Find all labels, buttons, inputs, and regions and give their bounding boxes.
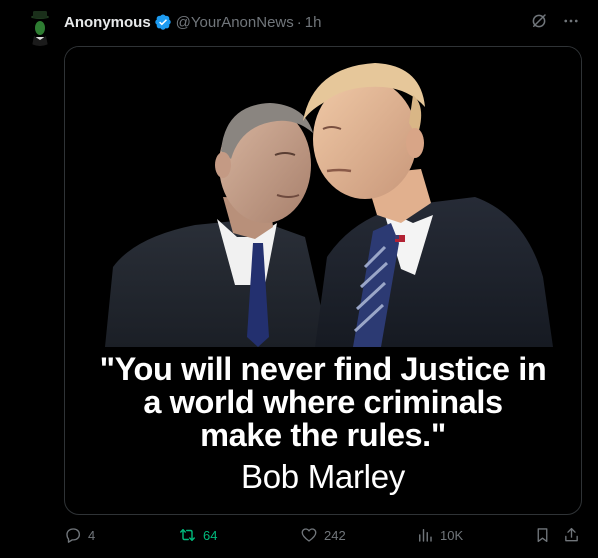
- tweet: Anonymous @YourAnonNews · 1h "You will n…: [0, 0, 598, 558]
- share-button[interactable]: [563, 526, 580, 544]
- anonymous-mask-icon: [22, 10, 58, 46]
- more-icon[interactable]: [562, 12, 580, 30]
- views-icon: [419, 529, 432, 542]
- post-header-actions: [530, 12, 580, 30]
- bookmark-icon: [537, 528, 548, 543]
- reply-count: 4: [88, 527, 96, 543]
- post-image[interactable]: "You will never find Justice in a world …: [64, 46, 582, 515]
- post-header: Anonymous @YourAnonNews · 1h: [64, 12, 321, 32]
- author-handle[interactable]: @YourAnonNews: [176, 14, 294, 31]
- action-bar: 4 64 242 10K: [64, 526, 582, 546]
- share-icon: [565, 527, 578, 542]
- quote-line: make the rules.": [200, 417, 446, 453]
- photo-two-men: [65, 47, 581, 347]
- quote-attribution: Bob Marley: [241, 458, 405, 495]
- reply-button[interactable]: 4: [64, 526, 95, 544]
- views-count: 10K: [440, 527, 464, 543]
- quote-line: "You will never find Justice in: [99, 351, 547, 387]
- bookmark-button[interactable]: [534, 526, 551, 544]
- like-button[interactable]: 242: [300, 526, 346, 544]
- author-display-name[interactable]: Anonymous: [64, 14, 151, 31]
- verified-badge-icon: [154, 13, 172, 31]
- separator-dot: ·: [296, 13, 302, 31]
- avatar[interactable]: [22, 10, 58, 46]
- image-quote: "You will never find Justice in a world …: [65, 353, 581, 452]
- repost-count: 64: [203, 527, 218, 543]
- like-count: 242: [324, 527, 346, 543]
- views-button[interactable]: 10K: [416, 526, 463, 544]
- repost-button[interactable]: 64: [178, 526, 217, 544]
- reply-icon: [66, 528, 81, 543]
- quote-line: a world where criminals: [143, 384, 503, 420]
- heart-icon: [301, 528, 317, 542]
- post-time[interactable]: 1h: [305, 14, 322, 31]
- repost-icon: [180, 529, 195, 541]
- grok-icon[interactable]: [530, 12, 548, 30]
